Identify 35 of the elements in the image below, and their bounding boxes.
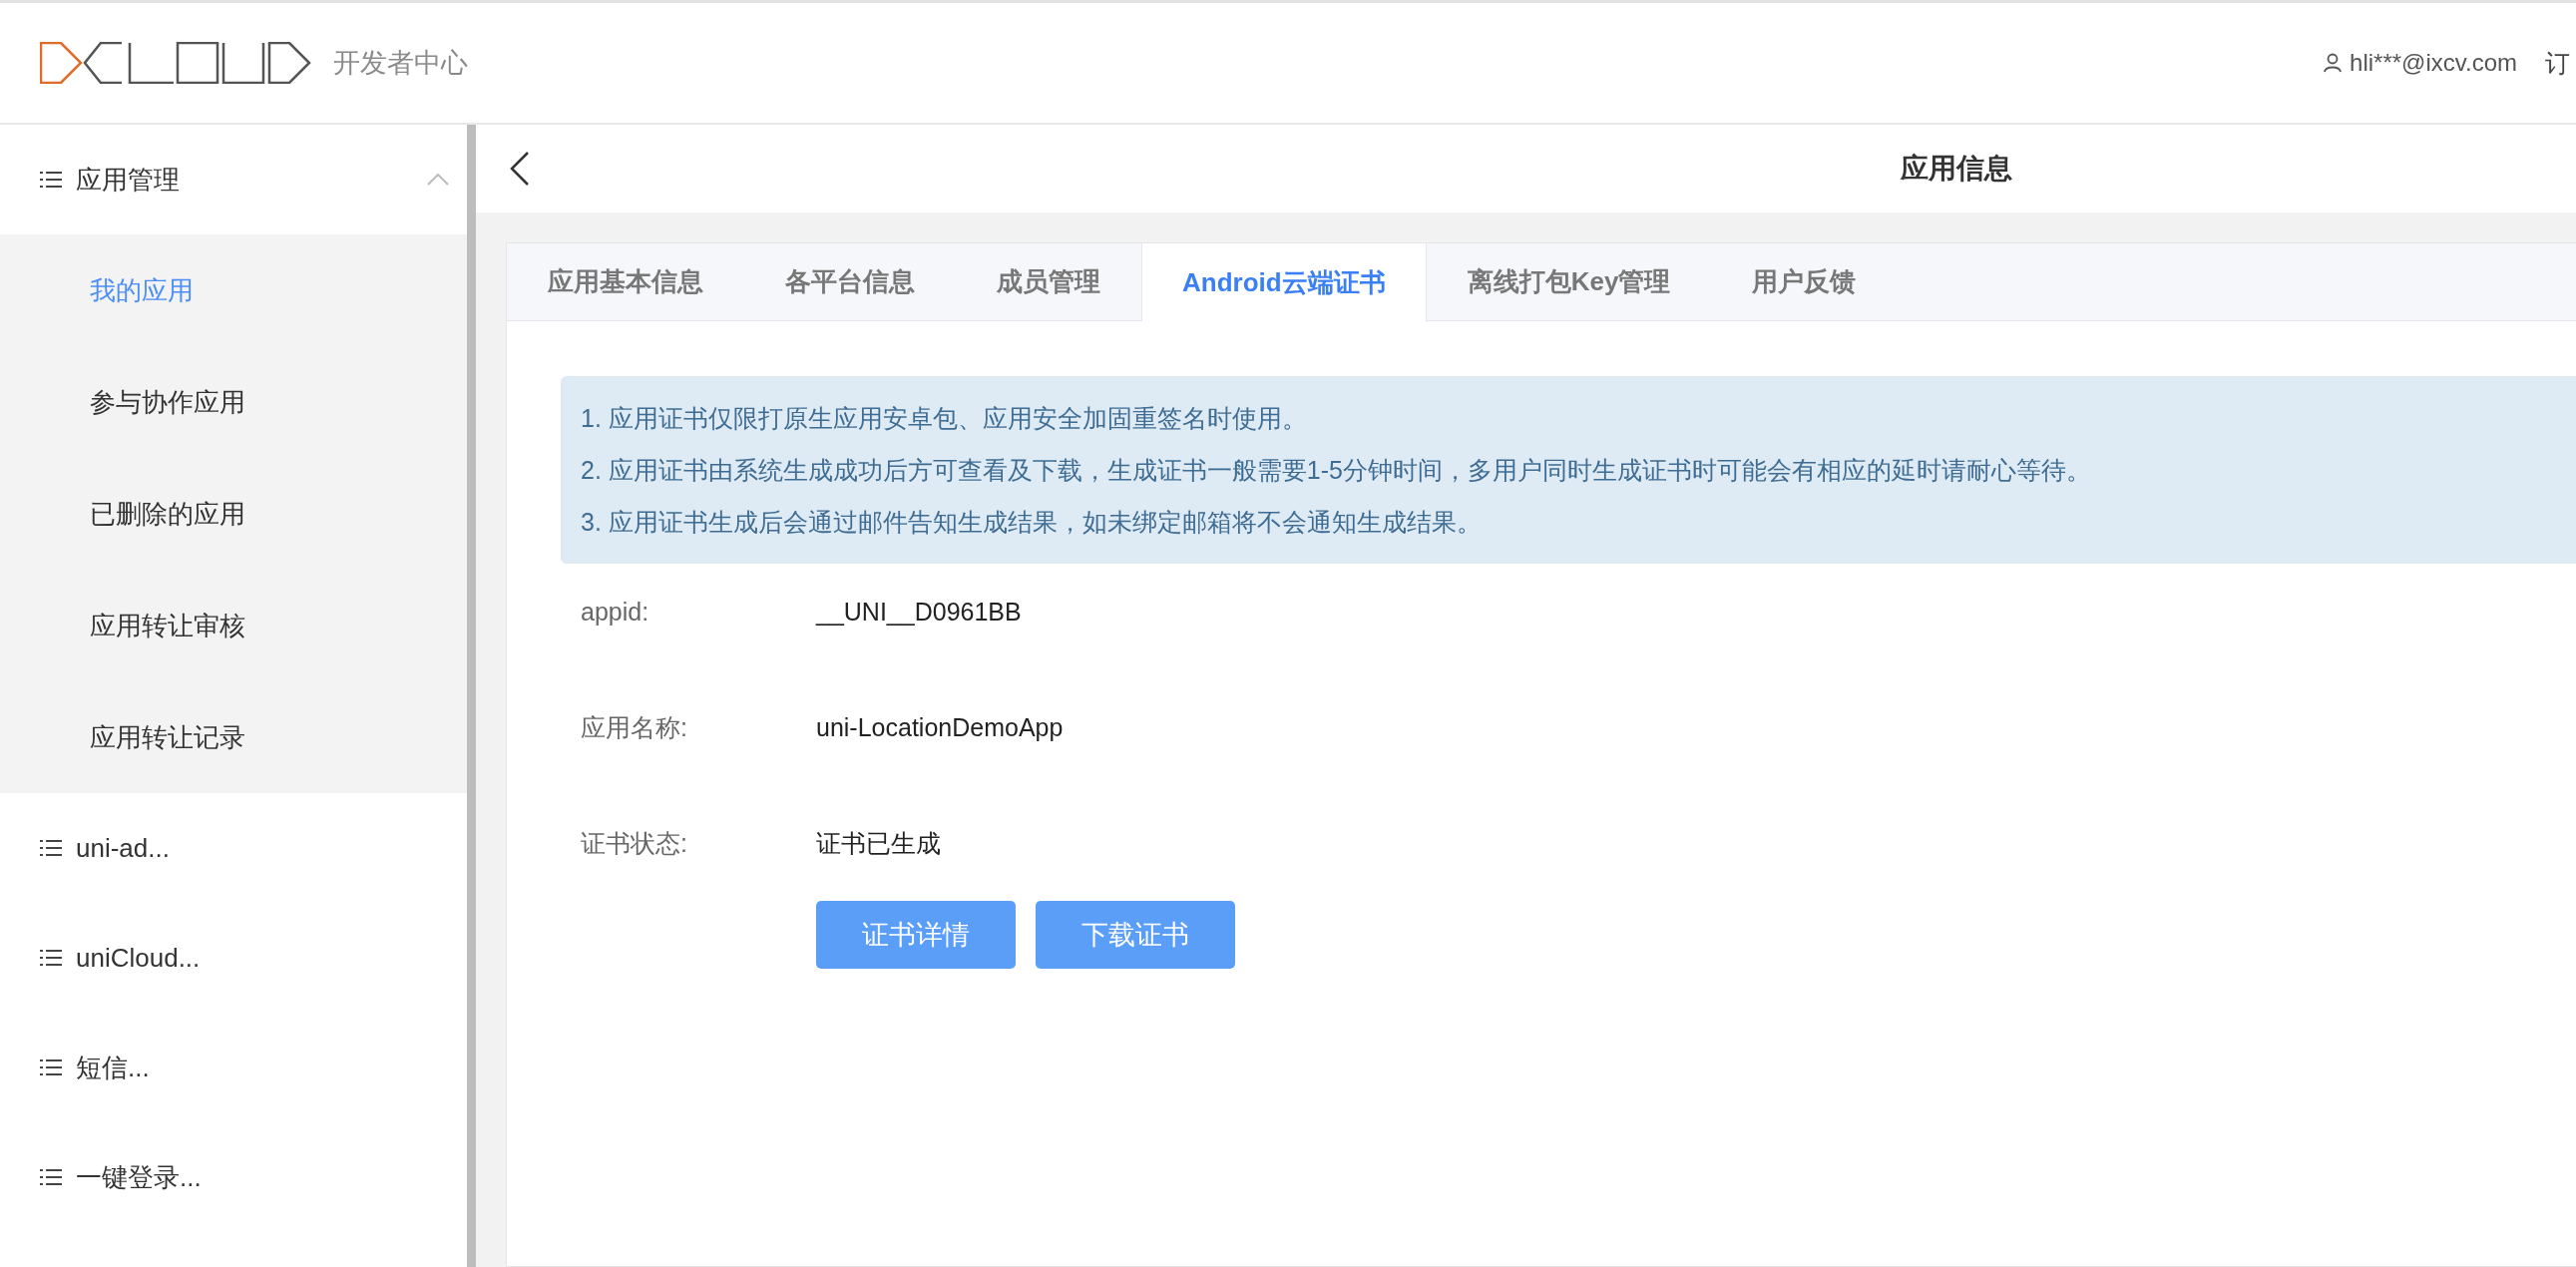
menu-item[interactable]: 应用转让审核 xyxy=(0,570,467,681)
menu-group[interactable]: uniCloud... xyxy=(0,903,467,1013)
field-value: 证书已生成 xyxy=(816,827,941,859)
user-email[interactable]: hli***@ixcv.com xyxy=(2350,49,2517,77)
field-value: __UNI__D0961BB xyxy=(816,597,1022,627)
list-icon xyxy=(40,839,62,857)
field-label: 证书状态: xyxy=(581,827,688,859)
menu-group[interactable]: 一键登录... xyxy=(0,1122,467,1232)
tab[interactable]: 用户反馈 xyxy=(1711,243,1898,320)
tab[interactable]: 应用基本信息 xyxy=(507,243,744,320)
tab[interactable]: Android云端证书 xyxy=(1141,243,1427,321)
menu-group[interactable]: uni-ad... xyxy=(0,793,467,903)
user-icon xyxy=(2324,53,2343,73)
nav-link[interactable]: 订 xyxy=(2545,46,2570,80)
tab[interactable]: 各平台信息 xyxy=(744,243,956,320)
list-icon xyxy=(40,171,62,189)
notice-text: 3. 应用证书生成后会通过邮件告知生成结果，如未绑定邮箱将不会通知生成结果。 xyxy=(581,507,1483,538)
tab[interactable]: 离线打包Key管理 xyxy=(1426,243,1712,320)
list-icon xyxy=(40,1168,62,1186)
tab[interactable]: 成员管理 xyxy=(956,243,1141,320)
site-subtitle: 开发者中心 xyxy=(333,47,468,80)
menu-item[interactable]: 已删除的应用 xyxy=(0,458,467,570)
menu-group[interactable]: 短信... xyxy=(0,1013,467,1122)
list-icon xyxy=(40,1058,62,1076)
page-title: 应用信息 xyxy=(1901,152,2012,186)
field-label: appid: xyxy=(581,597,650,627)
notice-text: 1. 应用证书仅限打原生应用安卓包、应用安全加固重签名时使用。 xyxy=(581,403,1308,434)
menu-item[interactable]: 参与协作应用 xyxy=(0,346,467,458)
field-label: 应用名称: xyxy=(581,711,688,743)
notice-text: 2. 应用证书由系统生成成功后方可查看及下载，生成证书一般需要1-5分钟时间，多用户同时生成证书时可能会有相应的延时请耐心等待。 xyxy=(581,455,2092,486)
list-icon xyxy=(40,949,62,967)
field-value: uni-LocationDemoApp xyxy=(816,712,1064,742)
menu-item[interactable]: 应用转让记录 xyxy=(0,681,467,793)
menu-group[interactable]: 应用管理 xyxy=(0,125,467,234)
logo-icon xyxy=(40,42,311,84)
